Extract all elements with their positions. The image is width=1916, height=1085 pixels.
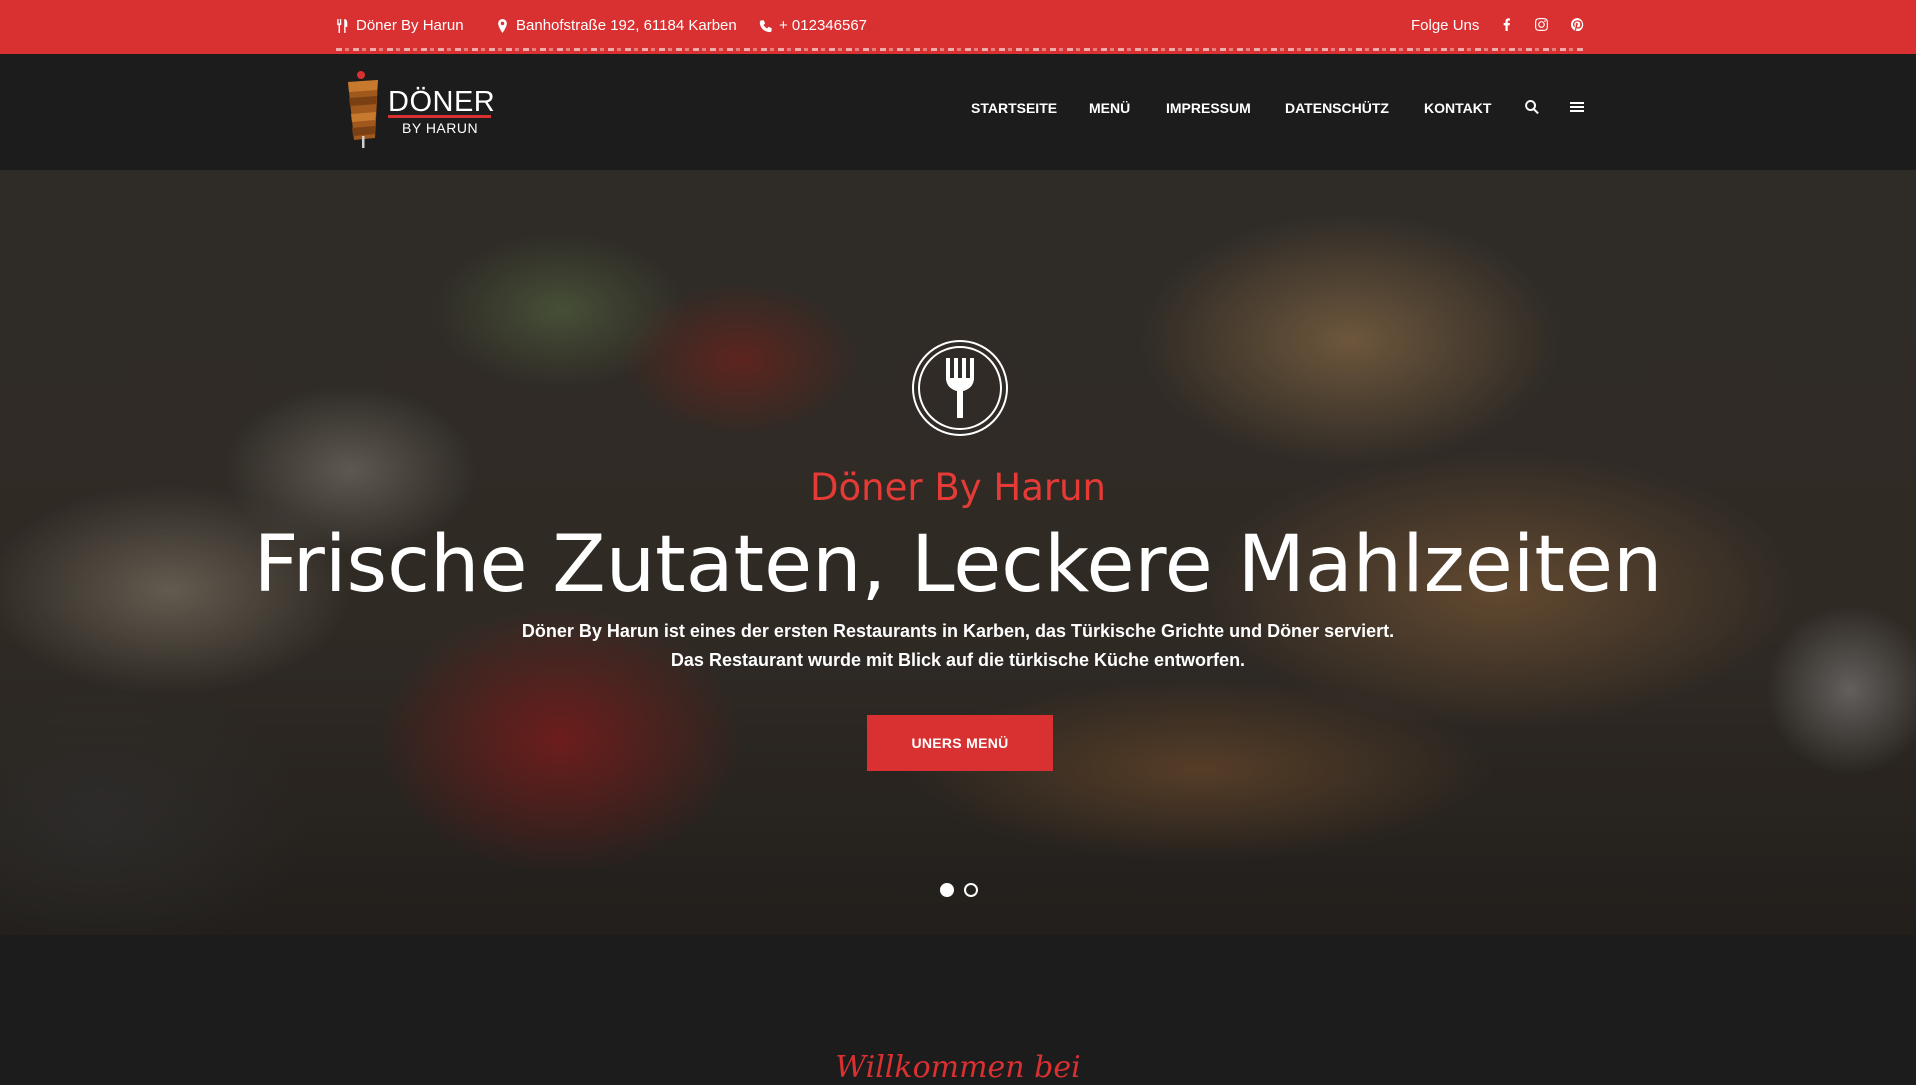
slider-dots (940, 883, 978, 897)
nav-item-menu[interactable]: MENÜ (1089, 100, 1130, 116)
follow-label: Folge Uns (1411, 17, 1479, 34)
facebook-icon[interactable] (1498, 16, 1514, 32)
top-bar: Döner By Harun Banhofstraße 192, 61184 K… (0, 0, 1916, 54)
phone-icon (759, 19, 772, 32)
restaurant-name-item: Döner By Harun (336, 17, 464, 34)
nav-item-datenschutz[interactable]: DATENSCHÜTZ (1285, 100, 1389, 116)
main-header (0, 54, 1916, 170)
logo-text-sub: BY HARUN (402, 120, 479, 136)
hero-description-line-2: Das Restaurant wurde mit Blick auf die t… (670, 650, 1246, 670)
site-logo[interactable]: DÖNER BY HARUN (340, 70, 495, 150)
torn-edge-decoration (336, 48, 1586, 51)
map-pin-icon (498, 18, 507, 33)
nav-item-kontakt[interactable]: KONTAKT (1424, 100, 1491, 116)
hero-subtitle: Döner By Harun (810, 466, 1106, 509)
welcome-heading: Willkommen bei (835, 1050, 1081, 1085)
cutlery-icon (337, 18, 348, 33)
address-item: Banhofstraße 192, 61184 Karben (496, 17, 737, 34)
fork-emblem (912, 340, 1008, 436)
hero-description: Döner By Harun ist eines der ersten Rest… (0, 617, 1916, 675)
nav-item-impressum[interactable]: IMPRESSUM (1166, 100, 1251, 116)
pinterest-icon[interactable] (1569, 16, 1585, 32)
phone-number[interactable]: + 012346567 (779, 17, 867, 34)
slider-dot-2[interactable] (964, 883, 978, 897)
phone-item[interactable]: + 012346567 (759, 17, 867, 34)
search-icon[interactable] (1524, 99, 1540, 115)
follow-text: Folge Uns (1411, 17, 1480, 34)
fork-icon (946, 358, 974, 418)
logo-underline (388, 115, 491, 118)
menu-icon[interactable] (1569, 99, 1585, 115)
address-text: Banhofstraße 192, 61184 Karben (516, 17, 737, 34)
hero-slider: Döner By Harun Frische Zutaten, Leckere … (0, 170, 1916, 935)
restaurant-name: Döner By Harun (356, 17, 464, 34)
doner-spit-icon (348, 71, 378, 148)
instagram-icon[interactable] (1533, 16, 1549, 32)
hero-title: Frische Zutaten, Leckere Mahlzeiten (253, 520, 1663, 610)
slider-dot-1[interactable] (940, 883, 954, 897)
hero-description-line-1: Döner By Harun ist eines der ersten Rest… (521, 621, 1395, 641)
fork-emblem-inner-ring (918, 346, 1002, 430)
menu-button[interactable]: UNERS MENÜ (867, 715, 1053, 771)
nav-item-startseite[interactable]: STARTSEITE (971, 100, 1057, 116)
